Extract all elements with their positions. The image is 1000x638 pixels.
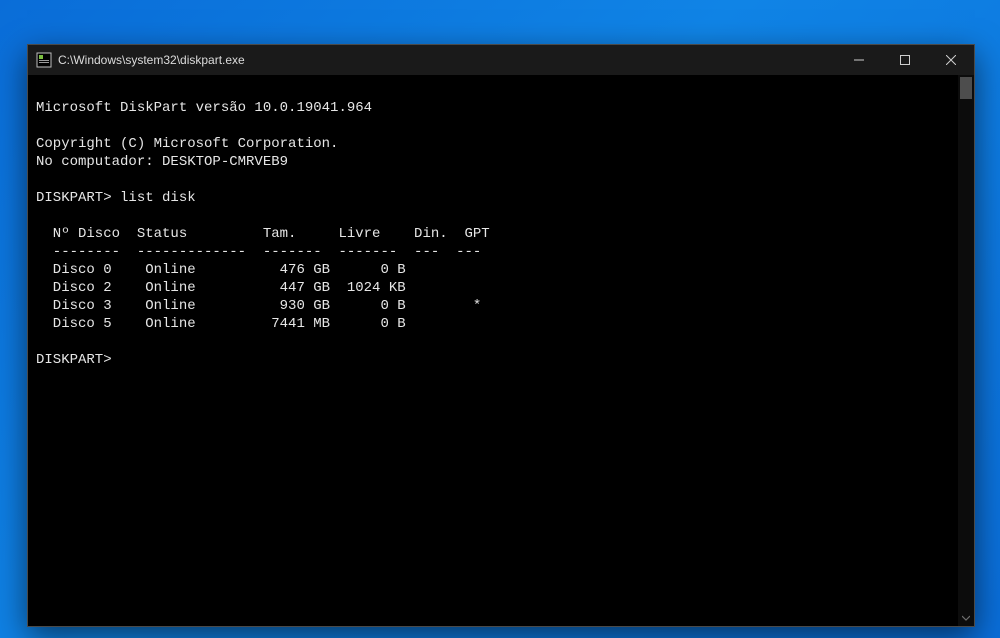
window-controls bbox=[836, 45, 974, 75]
maximize-button[interactable] bbox=[882, 45, 928, 75]
console-client-area[interactable]: Microsoft DiskPart versão 10.0.19041.964… bbox=[28, 75, 974, 626]
console-line: No computador: DESKTOP-CMRVEB9 bbox=[36, 154, 288, 170]
table-header: Nº Disco Status Tam. Livre Din. GPT bbox=[36, 226, 490, 242]
scroll-down-arrow-icon[interactable] bbox=[958, 610, 974, 626]
table-divider: -------- ------------- ------- ------- -… bbox=[36, 244, 481, 260]
vertical-scrollbar[interactable] bbox=[958, 75, 974, 626]
table-row: Disco 0 Online 476 GB 0 B bbox=[36, 262, 506, 278]
desktop-wallpaper: C:\Windows\system32\diskpart.exe Microso… bbox=[0, 0, 1000, 638]
console-line: Microsoft DiskPart versão 10.0.19041.964 bbox=[36, 100, 372, 116]
console-line: Copyright (C) Microsoft Corporation. bbox=[36, 136, 338, 152]
console-window: C:\Windows\system32\diskpart.exe Microso… bbox=[27, 44, 975, 627]
console-prompt: DISKPART> bbox=[36, 352, 112, 368]
console-line: DISKPART> list disk bbox=[36, 190, 196, 206]
table-row: Disco 2 Online 447 GB 1024 KB bbox=[36, 280, 506, 296]
app-icon bbox=[36, 52, 52, 68]
minimize-button[interactable] bbox=[836, 45, 882, 75]
window-title: C:\Windows\system32\diskpart.exe bbox=[58, 53, 245, 67]
scrollbar-thumb[interactable] bbox=[960, 77, 972, 99]
close-button[interactable] bbox=[928, 45, 974, 75]
table-row: Disco 5 Online 7441 MB 0 B bbox=[36, 316, 506, 332]
console-output: Microsoft DiskPart versão 10.0.19041.964… bbox=[36, 81, 966, 369]
table-row: Disco 3 Online 930 GB 0 B * bbox=[36, 298, 506, 314]
window-titlebar[interactable]: C:\Windows\system32\diskpart.exe bbox=[28, 45, 974, 75]
